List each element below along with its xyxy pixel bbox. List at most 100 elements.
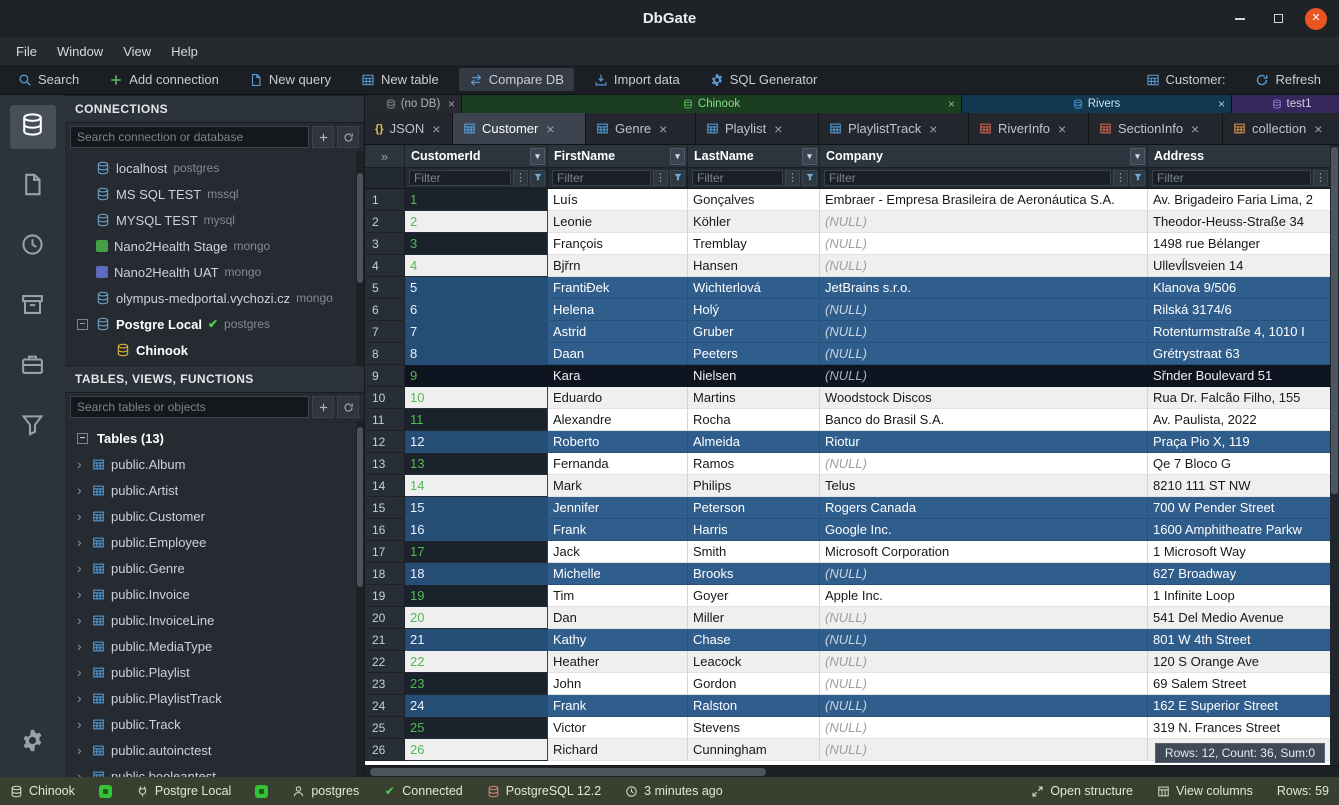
cell-company[interactable]: Google Inc. [820,519,1148,541]
cell-company[interactable]: (NULL) [820,673,1148,695]
toolbar-search-button[interactable]: Search [8,68,89,91]
cell-company[interactable]: Rogers Canada [820,497,1148,519]
cell-customerid[interactable]: 10 [405,387,548,409]
cell-customerid[interactable]: 17 [405,541,548,563]
activity-settings-gear-button[interactable] [10,721,56,765]
cell-company[interactable]: (NULL) [820,717,1148,739]
tab-playlist[interactable]: Playlist× [696,113,819,144]
menu-window[interactable]: Window [47,40,113,63]
row-number[interactable]: 16 [365,519,405,541]
toolbar-new-table-button[interactable]: New table [351,68,449,91]
filter-input-firstname[interactable]: Filter [552,170,651,186]
filter-menu-button[interactable]: ⋮ [785,170,800,186]
cell-customerid[interactable]: 21 [405,629,548,651]
filter-menu-button[interactable]: ⋮ [1313,170,1328,186]
row-number[interactable]: 17 [365,541,405,563]
filter-menu-button[interactable]: ⋮ [513,170,528,186]
cell-company[interactable]: (NULL) [820,299,1148,321]
row-number[interactable]: 4 [365,255,405,277]
column-dropdown-icon[interactable]: ▾ [1130,148,1145,165]
cell-firstname[interactable]: FrantiĐek [548,277,688,299]
grid-corner-button[interactable]: » [365,145,405,167]
connection-item-olympus-medportal-vychozi-cz[interactable]: olympus-medportal.vychozi.czmongo [65,285,364,311]
cell-firstname[interactable]: Victor [548,717,688,739]
table-item-public-invoice[interactable]: ›public.Invoice [65,581,364,607]
filter-funnel-button[interactable] [1130,170,1145,186]
cell-company[interactable]: (NULL) [820,629,1148,651]
activity-filter-button[interactable] [10,405,56,449]
table-item-public-playlist[interactable]: ›public.Playlist [65,659,364,685]
chevron-right-icon[interactable]: › [77,482,86,498]
toolbar-compare-db-button[interactable]: Compare DB [459,68,574,91]
row-number[interactable]: 21 [365,629,405,651]
close-tab-icon[interactable]: × [1218,98,1225,110]
cell-address[interactable]: 1600 Amphitheatre Parkw [1148,519,1339,541]
row-number[interactable]: 14 [365,475,405,497]
cell-lastname[interactable]: Brooks [688,563,820,585]
cell-address[interactable]: 1 Infinite Loop [1148,585,1339,607]
cell-company[interactable]: (NULL) [820,739,1148,761]
cell-address[interactable]: 627 Broadway [1148,563,1339,585]
cell-firstname[interactable]: Mark [548,475,688,497]
row-number[interactable]: 5 [365,277,405,299]
filter-funnel-button[interactable] [530,170,545,186]
cell-company[interactable]: (NULL) [820,233,1148,255]
chevron-right-icon[interactable]: › [77,638,86,654]
row-number[interactable]: 8 [365,343,405,365]
cell-firstname[interactable]: François [548,233,688,255]
cell-customerid[interactable]: 14 [405,475,548,497]
tables-scrollbar-thumb[interactable] [357,427,363,587]
cell-lastname[interactable]: Gruber [688,321,820,343]
db-tab-test1[interactable]: test1× [1232,95,1339,113]
chevron-right-icon[interactable]: › [77,560,86,576]
chevron-right-icon[interactable]: › [77,586,86,602]
cell-customerid[interactable]: 4 [405,255,548,277]
cell-company[interactable]: (NULL) [820,563,1148,585]
cell-address[interactable]: 1498 rue Bélanger [1148,233,1339,255]
cell-lastname[interactable]: Stevens [688,717,820,739]
db-tab-chinook[interactable]: Chinook× [462,95,962,113]
minimize-button[interactable] [1229,8,1251,30]
cell-firstname[interactable]: Frank [548,695,688,717]
cell-address[interactable]: Praça Pio X, 119 [1148,431,1339,453]
menu-view[interactable]: View [113,40,161,63]
cell-firstname[interactable]: Tim [548,585,688,607]
cell-address[interactable]: 162 E Superior Street [1148,695,1339,717]
tab-json[interactable]: {}JSON× [365,113,453,144]
cell-customerid[interactable]: 6 [405,299,548,321]
column-header-company[interactable]: Company▾ [820,145,1148,167]
activity-history-button[interactable] [10,225,56,269]
connections-scrollbar-thumb[interactable] [357,173,363,283]
row-number[interactable]: 20 [365,607,405,629]
db-tab-rivers[interactable]: Rivers× [962,95,1232,113]
chevron-right-icon[interactable]: › [77,612,86,628]
cell-address[interactable]: 69 Salem Street [1148,673,1339,695]
close-tab-icon[interactable]: × [929,121,937,137]
close-tab-icon[interactable]: × [1314,121,1322,137]
close-tab-icon[interactable]: × [432,121,440,137]
refresh-tables-button[interactable] [337,396,359,418]
cell-firstname[interactable]: Frank [548,519,688,541]
tab-playlisttrack[interactable]: PlaylistTrack× [819,113,969,144]
row-number[interactable]: 19 [365,585,405,607]
filter-input-customerid[interactable]: Filter [409,170,511,186]
cell-lastname[interactable]: Peeters [688,343,820,365]
cell-customerid[interactable]: 12 [405,431,548,453]
cell-address[interactable]: 8210 111 ST NW [1148,475,1339,497]
activity-files-button[interactable] [10,165,56,209]
row-number[interactable]: 25 [365,717,405,739]
connection-item-ms-sql-test[interactable]: MS SQL TESTmssql [65,181,364,207]
cell-lastname[interactable]: Miller [688,607,820,629]
cell-company[interactable]: (NULL) [820,607,1148,629]
cell-customerid[interactable]: 2 [405,211,548,233]
cell-lastname[interactable]: Harris [688,519,820,541]
chevron-right-icon[interactable]: › [77,534,86,550]
cell-customerid[interactable]: 24 [405,695,548,717]
chevron-right-icon[interactable]: › [77,742,86,758]
connections-search-input[interactable] [70,126,309,148]
table-item-public-employee[interactable]: ›public.Employee [65,529,364,555]
tab-customer[interactable]: Customer× [453,113,586,144]
row-number[interactable]: 7 [365,321,405,343]
row-number[interactable]: 24 [365,695,405,717]
filter-funnel-button[interactable] [802,170,817,186]
